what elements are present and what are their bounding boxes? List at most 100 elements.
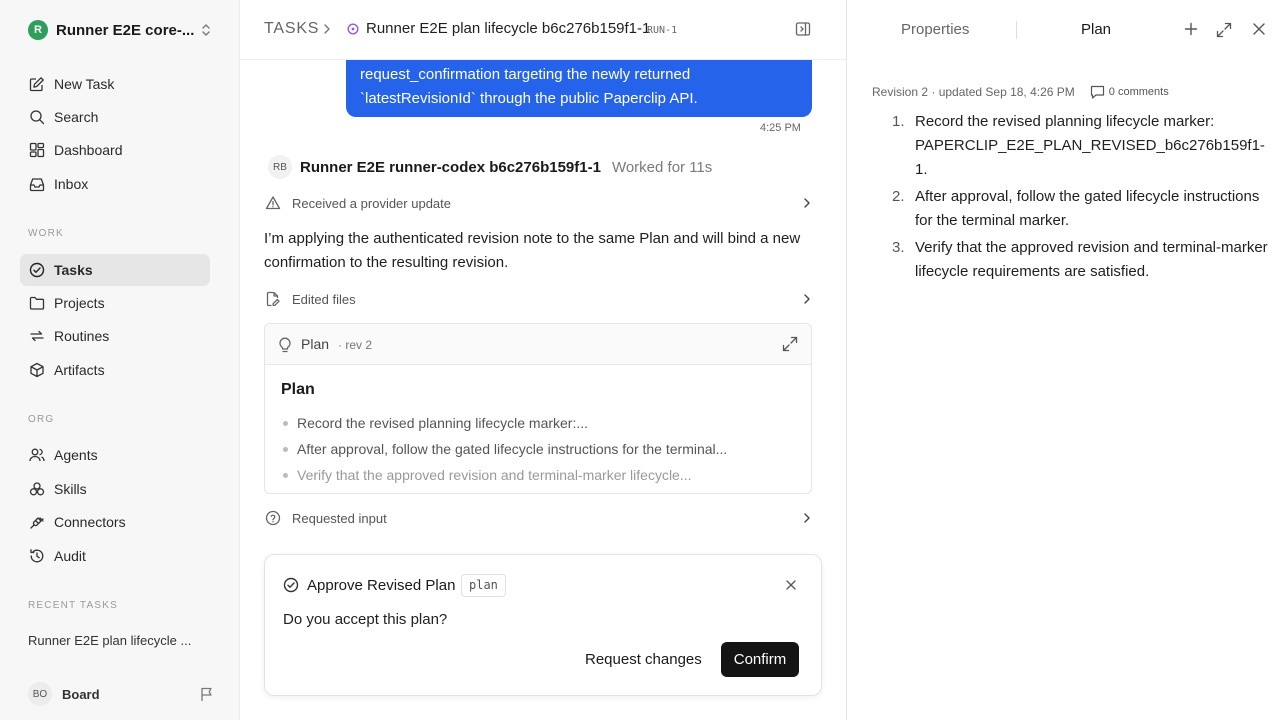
event-provider-update[interactable]: Received a provider update [264, 191, 812, 215]
edit-icon [28, 75, 46, 93]
approval-type-badge: plan [461, 574, 506, 597]
flag-icon[interactable] [200, 686, 214, 702]
nav-skills-label: Skills [54, 481, 87, 497]
workspace-logo: R [28, 20, 48, 40]
check-circle-icon [283, 577, 299, 593]
step-number: 2. [892, 188, 905, 205]
step-number: 1. [892, 113, 905, 130]
nav-connectors-label: Connectors [54, 514, 126, 530]
skills-icon [28, 480, 46, 498]
tab-properties[interactable]: Properties [901, 21, 969, 38]
step-text: Verify that the approved revision and te… [915, 239, 1268, 280]
chevron-right-icon [804, 513, 810, 523]
nav-agents-label: Agents [54, 447, 98, 463]
plan-card-title: Plan [281, 381, 315, 398]
recent-tasks-label: RECENT TASKS [28, 600, 118, 611]
nav-artifacts[interactable]: Artifacts [20, 354, 210, 386]
list-item: Verify that the approved revision and te… [281, 462, 795, 488]
org-section-label: ORG [28, 414, 55, 425]
warning-icon [265, 196, 281, 210]
inbox-icon [28, 175, 46, 193]
agent-name: Runner E2E runner-codex b6c276b159f1-1 [300, 158, 601, 176]
message-timestamp: 4:25 PM [760, 122, 801, 134]
tab-divider [1016, 21, 1017, 39]
list-item: 1. Record the revised planning lifecycle … [892, 110, 1272, 182]
sidebar: R Runner E2E core-... New Task Search Da… [0, 0, 240, 720]
nav-tasks-label: Tasks [54, 262, 93, 278]
request-changes-button[interactable]: Request changes [573, 642, 714, 677]
step-text: Record the revised planning lifecycle ma… [915, 113, 1265, 178]
search-icon [28, 108, 46, 126]
nav-audit[interactable]: Audit [20, 540, 210, 572]
nav-projects-label: Projects [54, 295, 105, 311]
plus-icon[interactable] [1184, 22, 1198, 36]
history-icon [28, 547, 46, 565]
nav-search[interactable]: Search [20, 101, 210, 133]
main-thread: request_confirmation targeting the newly… [240, 0, 846, 720]
workspace-name: Runner E2E core-... [56, 21, 195, 39]
tab-plan[interactable]: Plan [1081, 21, 1111, 38]
breadcrumb-tasks[interactable]: TASKS [264, 20, 319, 38]
event-label: Requested input [292, 510, 387, 526]
nav-connectors[interactable]: Connectors [20, 506, 210, 538]
panel-toggle-icon[interactable] [795, 21, 811, 37]
nav-routines[interactable]: Routines [20, 320, 210, 352]
page-title: Runner E2E plan lifecycle b6c276b159f1-1 [366, 20, 651, 37]
comments-count[interactable]: 0 comments [1109, 86, 1169, 98]
chevron-right-icon [804, 198, 810, 208]
package-icon [28, 361, 46, 379]
nav-tasks[interactable]: Tasks [20, 254, 210, 286]
nav-search-label: Search [54, 109, 99, 125]
user-message-line: request_confirmation targeting the newly… [360, 66, 691, 83]
avatar: BO [28, 682, 52, 706]
step-text: After approval, follow the gated lifecyc… [915, 188, 1260, 229]
event-label: Received a provider update [292, 195, 451, 211]
event-edited-files[interactable]: Edited files [264, 287, 812, 311]
nav-projects[interactable]: Projects [20, 287, 210, 319]
nav-agents[interactable]: Agents [20, 439, 210, 471]
plan-card-body: Plan Record the revised planning lifecyc… [265, 365, 811, 488]
confirm-button[interactable]: Confirm [721, 642, 799, 677]
approval-card: Approve Revised Plan plan Do you accept … [264, 554, 822, 696]
chevron-up-down-icon [202, 24, 210, 36]
user-label: Board [62, 686, 100, 702]
recent-task-item[interactable]: Runner E2E plan lifecycle ... [28, 633, 208, 648]
nav-skills[interactable]: Skills [20, 473, 210, 505]
close-icon[interactable] [1252, 22, 1266, 36]
revision-label: Revision 2 · updated Sep 18, 4:26 PM [872, 85, 1075, 99]
close-icon[interactable] [785, 579, 797, 591]
nav-artifacts-label: Artifacts [54, 362, 105, 378]
dashboard-icon [28, 141, 46, 159]
step-number: 3. [892, 239, 905, 256]
right-panel: Properties Plan Revision 2 · updated Sep… [846, 0, 1280, 720]
nav-dashboard-label: Dashboard [54, 142, 123, 158]
user-message-bubble: request_confirmation targeting the newly… [346, 60, 812, 117]
workspace-switcher[interactable]: R Runner E2E core-... [28, 19, 214, 41]
avatar: RB [268, 155, 292, 179]
plan-card[interactable]: Plan · rev 2 Plan Record the revised pla… [264, 323, 812, 494]
plan-card-label: Plan [301, 336, 330, 352]
nav-new-task-label: New Task [54, 76, 115, 92]
chevron-right-icon [804, 294, 810, 304]
plan-card-rev: · rev 2 [338, 338, 373, 352]
expand-icon[interactable] [782, 336, 798, 352]
nav-routines-label: Routines [54, 328, 110, 344]
nav-dashboard[interactable]: Dashboard [20, 134, 210, 166]
revision-info: Revision 2 · updated Sep 18, 4:26 PM 0 c… [872, 84, 1169, 100]
nav-new-task[interactable]: New Task [20, 68, 210, 100]
event-requested-input[interactable]: Requested input [264, 506, 812, 530]
folder-icon [28, 294, 46, 312]
task-header: TASKS Runner E2E plan lifecycle b6c276b1… [240, 0, 846, 60]
help-circle-icon [265, 510, 281, 526]
status-circle-icon[interactable] [347, 23, 359, 35]
nav-inbox[interactable]: Inbox [20, 168, 210, 200]
approval-question: Do you accept this plan? [283, 611, 448, 628]
user-board[interactable]: BO Board [28, 682, 214, 706]
comment-icon [1090, 85, 1104, 99]
users-icon [28, 446, 46, 464]
agent-worked-time: Worked for 11s [611, 158, 713, 176]
plan-card-list: Record the revised planning lifecycle ma… [281, 410, 795, 488]
expand-icon[interactable] [1216, 22, 1232, 38]
plan-steps-list: 1. Record the revised planning lifecycle … [892, 110, 1272, 287]
agent-header: RB Runner E2E runner-codex b6c276b159f1-… [268, 155, 713, 179]
